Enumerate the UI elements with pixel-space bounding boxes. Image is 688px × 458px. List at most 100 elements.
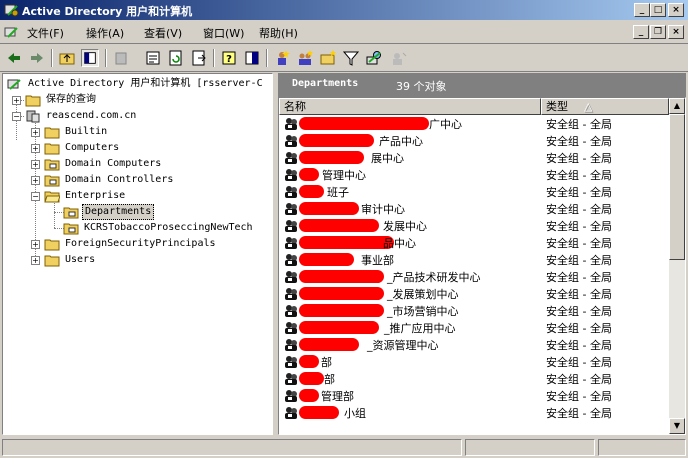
list-item[interactable]: _资源管理中心 安全组 - 全局 [279,336,667,353]
list-item-type: 安全组 - 全局 [546,237,612,250]
show-console-tree-icon[interactable] [243,49,261,67]
collapse-minus-icon[interactable]: − [31,192,40,201]
find-icon[interactable] [365,49,383,67]
filter-icon[interactable] [342,49,360,67]
security-group-icon [285,407,297,419]
list-item[interactable]: 管理部 安全组 - 全局 [279,387,667,404]
list-item-name: _产品技术研发中心 [387,271,481,284]
new-ou-icon[interactable] [319,49,337,67]
menu-view[interactable]: 查看(V) [144,25,182,41]
security-group-icon [285,254,297,266]
help-icon[interactable]: ? [220,49,238,67]
list-item[interactable]: 部 安全组 - 全局 [279,370,667,387]
list-item-name: _发展策划中心 [387,288,459,301]
details-pane: Departments 39 个对象 名称 类型 △ 广中心 安全组 - 全局 产品… [278,73,686,435]
status-panel-3 [598,439,686,456]
menu-help[interactable]: 帮助(H) [259,25,298,41]
list-item-name: 事业部 [361,254,394,267]
redaction-mark [299,219,379,232]
column-header-name[interactable]: 名称 [279,98,541,115]
list-item[interactable]: 部 安全组 - 全局 [279,353,667,370]
list-item-name: 品中心 [383,237,416,250]
list-item[interactable]: 事业部 安全组 - 全局 [279,251,667,268]
show-hide-tree-icon[interactable] [81,49,99,67]
security-group-icon [285,356,297,368]
list-item-type: 安全组 - 全局 [546,135,612,148]
export-list-icon[interactable] [190,49,208,67]
console-tree[interactable]: Active Directory 用户和计算机 [rsserver-C + 保存… [2,73,273,435]
list-item-name: _市场营销中心 [387,305,459,318]
expand-plus-icon[interactable]: + [31,240,40,249]
column-header-type[interactable]: 类型 △ [541,98,669,115]
redaction-mark [299,185,324,198]
up-folder-icon[interactable] [58,49,76,67]
folder-icon [44,127,60,139]
expand-plus-icon[interactable]: + [31,160,40,169]
list-item-type: 安全组 - 全局 [546,271,612,284]
security-group-icon [285,322,297,334]
list-item-type: 安全组 - 全局 [546,118,612,131]
child-close-button[interactable]: × [668,25,684,39]
vertical-scrollbar[interactable]: ▲ ▼ [669,98,685,434]
expand-plus-icon[interactable]: + [31,256,40,265]
security-group-icon [285,305,297,317]
expand-plus-icon[interactable]: + [31,144,40,153]
scroll-thumb[interactable] [669,114,685,260]
menu-file[interactable]: 文件(F) [27,25,64,41]
delete-icon[interactable] [112,49,130,67]
maximize-button[interactable]: □ [650,3,666,17]
ou-folder-icon [44,175,60,187]
list-item[interactable]: 审计中心 安全组 - 全局 [279,200,667,217]
scroll-up-button[interactable]: ▲ [669,98,685,114]
child-restore-button[interactable]: ❐ [650,25,666,39]
window-title: Active Directory 用户和计算机 [22,5,193,18]
list-item[interactable]: 产品中心 安全组 - 全局 [279,132,667,149]
list-item[interactable]: 管理中心 安全组 - 全局 [279,166,667,183]
list-item-name: _推广应用中心 [384,322,456,335]
expand-plus-icon[interactable]: + [31,176,40,185]
forward-arrow-icon[interactable] [28,49,46,67]
redaction-mark [299,338,359,351]
list-item[interactable]: _发展策划中心 安全组 - 全局 [279,285,667,302]
redaction-mark [299,287,384,300]
app-menu-icon[interactable] [4,24,20,40]
expand-plus-icon[interactable]: + [31,128,40,137]
properties-icon[interactable] [144,49,162,67]
minimize-button[interactable]: _ [634,3,650,17]
list-item[interactable]: _推广应用中心 安全组 - 全局 [279,319,667,336]
child-minimize-button[interactable]: _ [633,25,649,39]
add-to-group-icon[interactable] [390,49,408,67]
list-item[interactable]: _市场营销中心 安全组 - 全局 [279,302,667,319]
ou-folder-icon [63,207,79,219]
security-group-icon [285,237,297,249]
menu-action[interactable]: 操作(A) [86,25,124,41]
security-group-icon [285,288,297,300]
list-item[interactable]: 广中心 安全组 - 全局 [279,115,667,132]
toolbar: ? [0,45,688,72]
scroll-down-button[interactable]: ▼ [669,418,685,434]
menu-window[interactable]: 窗口(W) [203,25,244,41]
collapse-minus-icon[interactable]: − [12,112,21,121]
list-item[interactable]: 展中心 安全组 - 全局 [279,149,667,166]
list-item[interactable]: 发展中心 安全组 - 全局 [279,217,667,234]
list-item[interactable]: 品中心 安全组 - 全局 [279,234,667,251]
close-button[interactable]: × [668,3,684,17]
toolbar-separator [213,49,215,67]
list-item-type: 安全组 - 全局 [546,322,612,335]
new-user-icon[interactable] [273,49,291,67]
object-list[interactable]: 名称 类型 △ 广中心 安全组 - 全局 产品中心 安全组 - 全局 展中心 安全组 - … [278,97,686,435]
list-item[interactable]: 班子 安全组 - 全局 [279,183,667,200]
redaction-mark [299,253,354,266]
list-item-name: 管理中心 [322,169,366,182]
list-item-type: 安全组 - 全局 [546,203,612,216]
new-group-icon[interactable] [296,49,314,67]
security-group-icon [285,271,297,283]
redaction-mark [299,117,429,130]
refresh-icon[interactable] [167,49,185,67]
list-item[interactable]: 小组 安全组 - 全局 [279,404,667,421]
back-arrow-icon[interactable] [5,49,23,67]
list-item-type: 安全组 - 全局 [546,254,612,267]
list-item-name: 管理部 [321,390,354,403]
list-item[interactable]: _产品技术研发中心 安全组 - 全局 [279,268,667,285]
expand-plus-icon[interactable]: + [12,96,21,105]
